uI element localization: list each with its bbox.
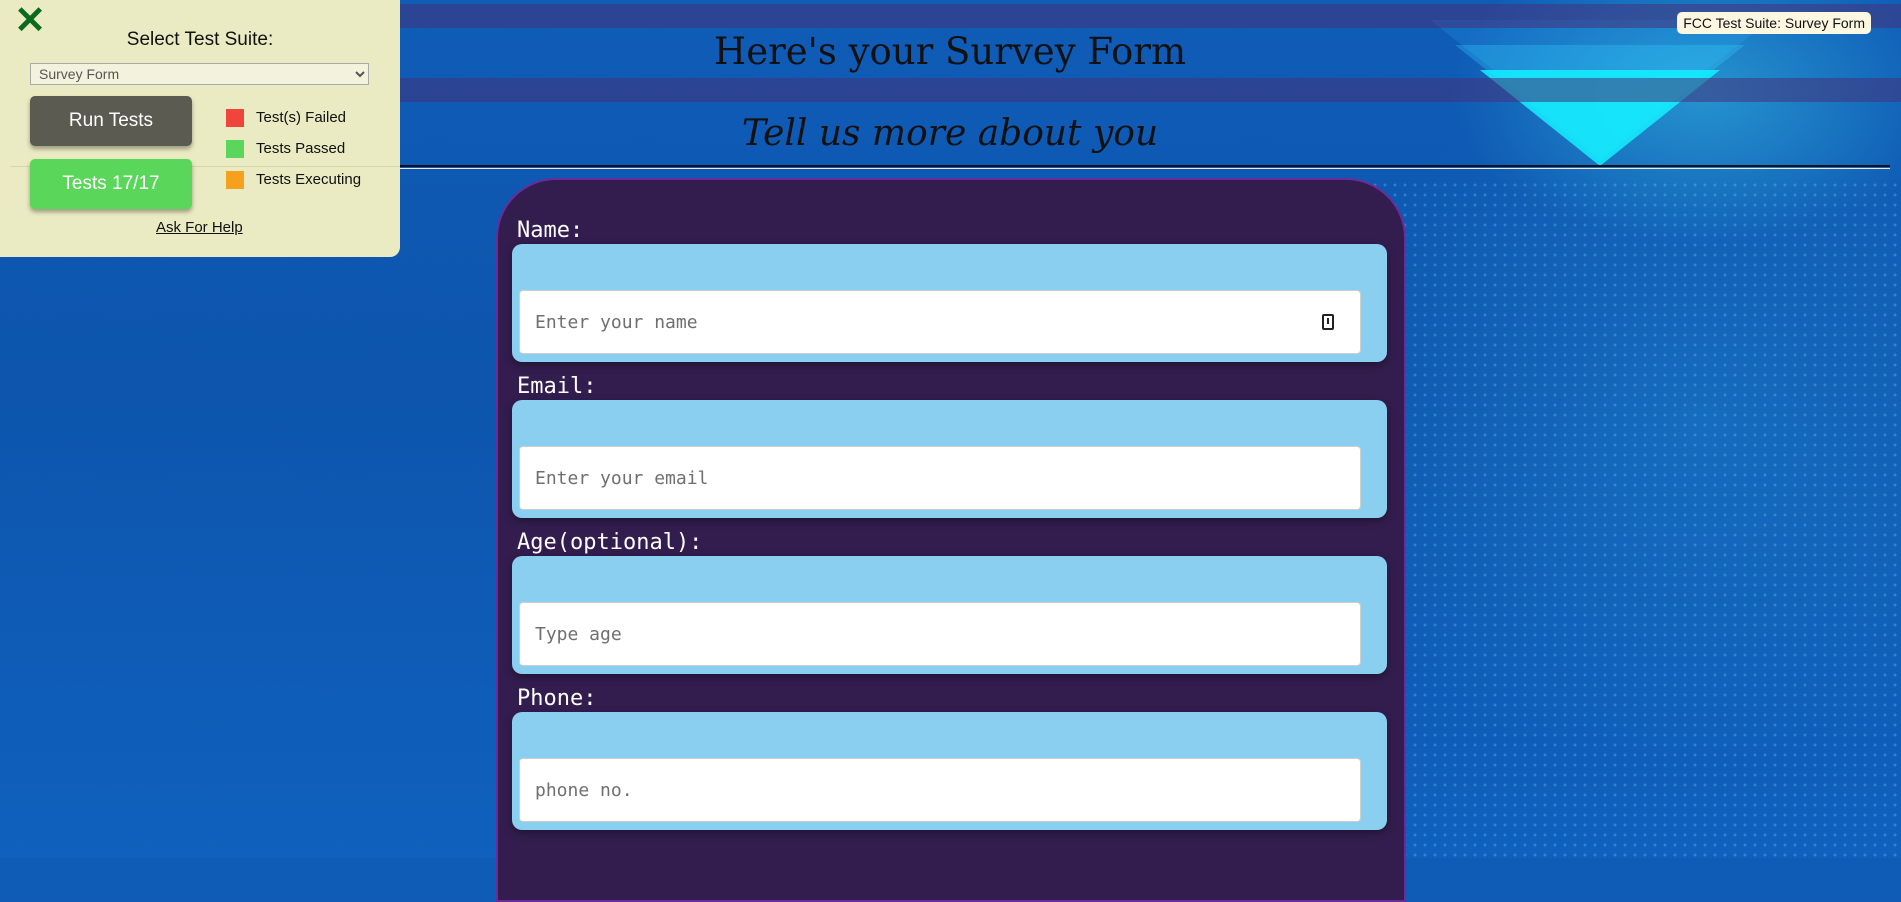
- header-band: [400, 4, 1901, 28]
- email-input[interactable]: [519, 446, 1361, 510]
- page-subtitle: Tell us more about you: [741, 113, 1159, 154]
- phone-field-container: [512, 712, 1387, 830]
- tests-result-button[interactable]: Tests 17/17: [30, 159, 192, 209]
- legend-label: Tests Executing: [256, 171, 362, 188]
- fcc-test-suite-tag: FCC Test Suite: Survey Form: [1677, 12, 1871, 34]
- name-field-container: [512, 244, 1387, 362]
- test-suite-select[interactable]: Survey Form: [30, 63, 369, 85]
- test-suite-panel: ✕ Select Test Suite: Survey Form Run Tes…: [0, 0, 400, 257]
- phone-label: Phone:: [517, 686, 597, 711]
- phone-input[interactable]: [519, 758, 1361, 822]
- age-label: Age(optional):: [517, 530, 703, 555]
- header-divider: [400, 165, 1890, 167]
- autofill-contact-icon[interactable]: [1322, 314, 1334, 330]
- name-input[interactable]: [519, 290, 1361, 354]
- passed-swatch-icon: [226, 140, 244, 158]
- header-divider-highlight: [400, 168, 1890, 169]
- failed-swatch-icon: [226, 109, 244, 127]
- age-input[interactable]: [519, 602, 1361, 666]
- page-title: Here's your Survey Form: [713, 30, 1187, 73]
- legend-label: Tests Passed: [256, 140, 346, 157]
- run-tests-button[interactable]: Run Tests: [30, 96, 192, 146]
- email-field-container: [512, 400, 1387, 518]
- close-icon[interactable]: ✕: [14, 2, 46, 40]
- name-label: Name:: [517, 218, 584, 243]
- age-field-container: [512, 556, 1387, 674]
- legend-label: Test(s) Failed: [256, 109, 347, 126]
- panel-title: Select Test Suite:: [126, 29, 274, 50]
- ask-for-help-link[interactable]: Ask For Help: [156, 219, 243, 236]
- header-band: [400, 78, 1901, 102]
- email-label: Email:: [517, 374, 597, 399]
- executing-swatch-icon: [226, 171, 244, 189]
